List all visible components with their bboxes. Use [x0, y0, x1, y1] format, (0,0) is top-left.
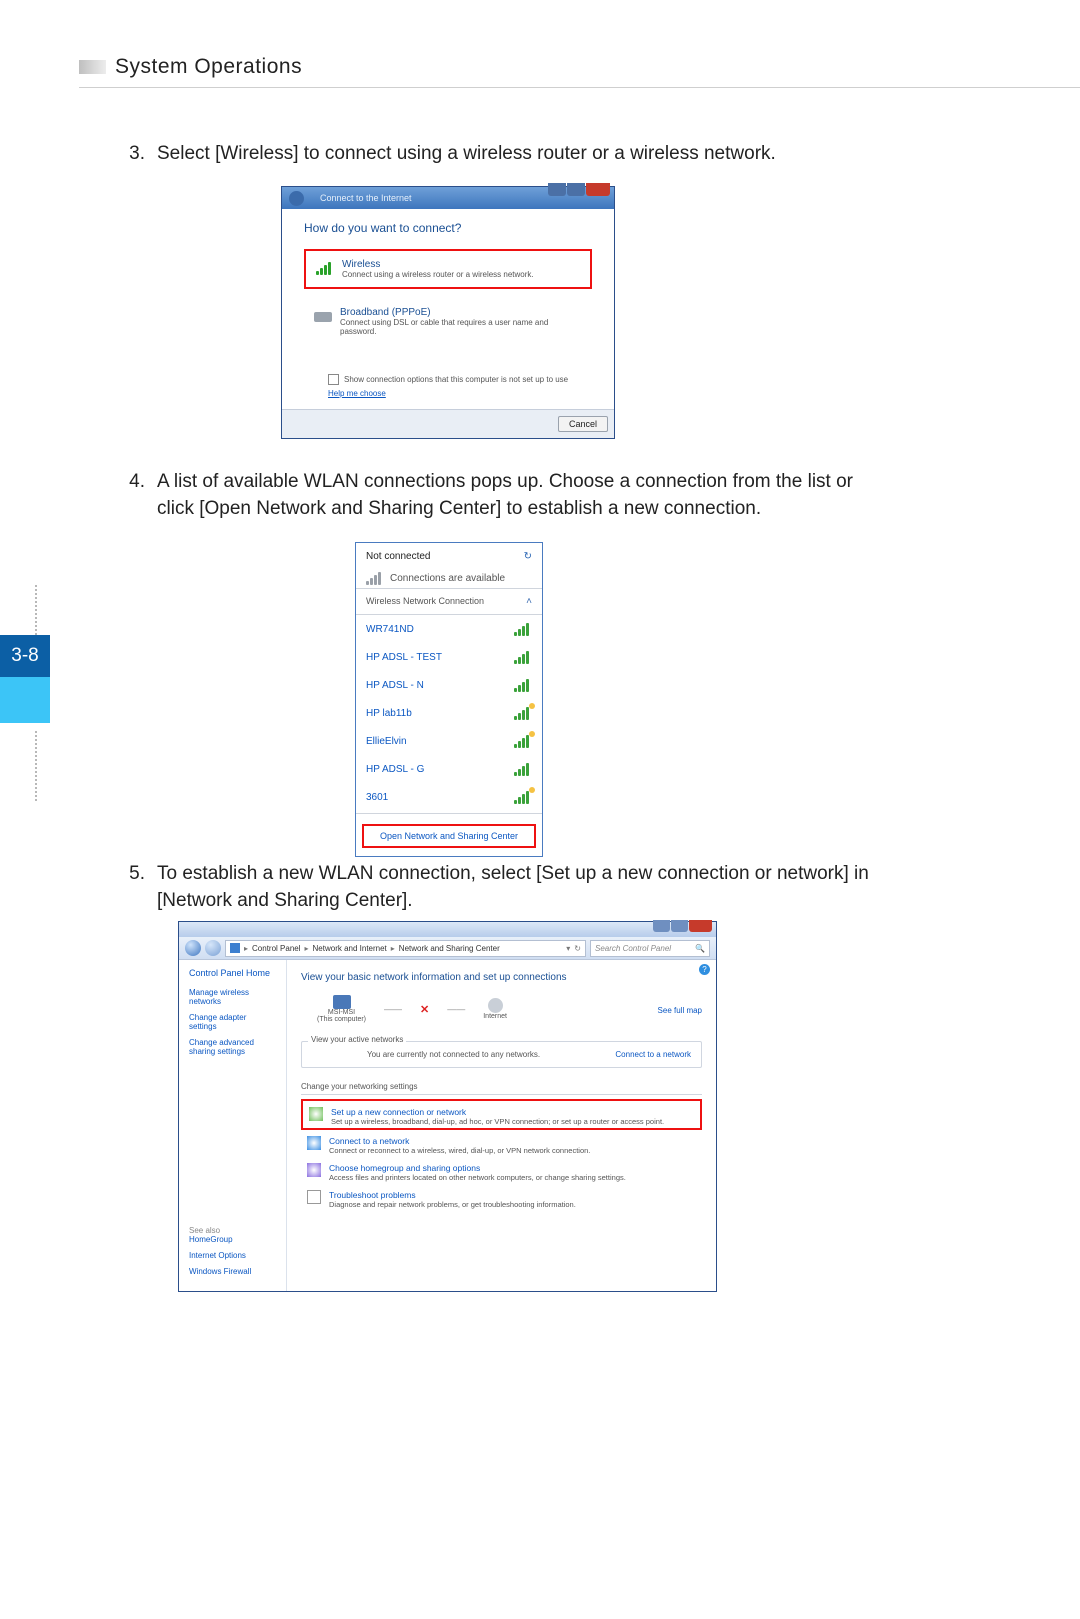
- search-icon: 🔍: [695, 944, 705, 953]
- modem-icon: [314, 312, 332, 322]
- main-heading: View your basic network information and …: [301, 972, 702, 983]
- header-accent: [79, 60, 106, 74]
- close-button[interactable]: [586, 183, 610, 196]
- task-setup-connection[interactable]: Set up a new connection or networkSet up…: [301, 1099, 702, 1130]
- troubleshoot-icon: [307, 1190, 321, 1204]
- maximize-button[interactable]: [671, 920, 688, 932]
- minimize-button[interactable]: [653, 920, 670, 932]
- network-item[interactable]: EllieElvin: [356, 727, 542, 755]
- network-item[interactable]: WR741ND: [356, 615, 542, 643]
- wlan-flyout: Not connected ↻ Connections are availabl…: [355, 542, 543, 857]
- connect-to-network-link[interactable]: Connect to a network: [615, 1050, 691, 1059]
- help-icon[interactable]: ?: [699, 964, 710, 975]
- sidebar: Control Panel Home Manage wireless netwo…: [179, 960, 287, 1291]
- task-connect-network[interactable]: Connect to a networkConnect or reconnect…: [301, 1130, 702, 1157]
- network-item[interactable]: HP lab11b: [356, 699, 542, 727]
- sidebar-link[interactable]: Internet Options: [189, 1251, 276, 1260]
- option-wireless[interactable]: Wireless Connect using a wireless router…: [304, 249, 592, 289]
- signal-icon: [366, 571, 384, 585]
- signal-open-icon: [514, 734, 532, 748]
- forward-button[interactable]: [205, 940, 221, 956]
- header-rule: [79, 87, 1080, 88]
- network-item[interactable]: HP ADSL - G: [356, 755, 542, 783]
- connect-network-icon: [307, 1136, 321, 1150]
- cancel-button[interactable]: Cancel: [558, 416, 608, 432]
- open-network-center-link[interactable]: Open Network and Sharing Center: [362, 824, 536, 848]
- back-button[interactable]: [289, 191, 304, 206]
- see-full-map-link[interactable]: See full map: [658, 1006, 702, 1015]
- wireless-signal-icon: [316, 261, 334, 275]
- signal-open-icon: [514, 790, 532, 804]
- back-button[interactable]: [185, 940, 201, 956]
- dropdown-icon[interactable]: ▾: [566, 944, 570, 953]
- option-broadband[interactable]: Broadband (PPPoE) Connect using DSL or c…: [304, 299, 592, 344]
- disconnected-icon: ✕: [420, 1003, 429, 1016]
- show-options-checkbox[interactable]: Show connection options that this comput…: [328, 374, 592, 385]
- see-also-label: See also: [189, 1226, 276, 1235]
- page-number-badge: 3-8: [0, 635, 50, 723]
- dialog-titlebar[interactable]: Connect to the Internet: [282, 187, 614, 209]
- network-map: MSI-MSI(This computer) ——✕—— Internet: [317, 995, 702, 1023]
- control-panel-icon: [230, 943, 240, 953]
- page-title: System Operations: [115, 55, 302, 79]
- minimize-button[interactable]: [548, 183, 566, 196]
- sidebar-link[interactable]: Manage wireless networks: [189, 988, 276, 1006]
- sidebar-home[interactable]: Control Panel Home: [189, 968, 276, 978]
- sidebar-link[interactable]: Change advanced sharing settings: [189, 1038, 276, 1056]
- dialog-question: How do you want to connect?: [304, 221, 592, 235]
- refresh-icon[interactable]: ↻: [574, 944, 581, 953]
- setup-connection-icon: [309, 1107, 323, 1121]
- network-item[interactable]: 3601: [356, 783, 542, 811]
- maximize-button[interactable]: [567, 183, 585, 196]
- step-3: 3. Select [Wireless] to connect using a …: [121, 140, 894, 167]
- breadcrumb[interactable]: ▸Control Panel ▸Network and Internet ▸Ne…: [225, 940, 586, 957]
- signal-open-icon: [514, 706, 532, 720]
- change-settings-heading: Change your networking settings: [301, 1082, 702, 1095]
- help-me-choose-link[interactable]: Help me choose: [328, 389, 386, 398]
- network-sharing-center-window: ▸Control Panel ▸Network and Internet ▸Ne…: [178, 921, 717, 1292]
- step-5: 5. To establish a new WLAN connection, s…: [121, 860, 894, 914]
- active-networks-group: View your active networks Connect to a n…: [301, 1041, 702, 1068]
- sidebar-link[interactable]: Change adapter settings: [189, 1013, 276, 1031]
- homegroup-icon: [307, 1163, 321, 1177]
- signal-icon: [514, 650, 532, 664]
- step-4: 4. A list of available WLAN connections …: [121, 468, 894, 522]
- signal-icon: [514, 762, 532, 776]
- network-item[interactable]: HP ADSL - TEST: [356, 643, 542, 671]
- chevron-up-icon: ˄: [526, 596, 532, 607]
- signal-icon: [514, 622, 532, 636]
- connect-to-internet-dialog: Connect to the Internet How do you want …: [281, 186, 615, 439]
- computer-icon: [333, 995, 351, 1009]
- internet-icon: [488, 998, 503, 1013]
- sidebar-link[interactable]: HomeGroup: [189, 1235, 276, 1244]
- group-header[interactable]: Wireless Network Connection ˄: [356, 588, 542, 615]
- dialog-title: Connect to the Internet: [320, 193, 412, 203]
- window-chrome[interactable]: [179, 922, 716, 937]
- task-homegroup[interactable]: Choose homegroup and sharing optionsAcce…: [301, 1157, 702, 1184]
- refresh-icon[interactable]: ↻: [524, 551, 532, 562]
- search-input[interactable]: Search Control Panel🔍: [590, 940, 710, 957]
- task-troubleshoot[interactable]: Troubleshoot problemsDiagnose and repair…: [301, 1184, 702, 1211]
- network-item[interactable]: HP ADSL - N: [356, 671, 542, 699]
- status-text: Not connected: [366, 551, 431, 562]
- signal-icon: [514, 678, 532, 692]
- page-number: 3-8: [0, 635, 50, 677]
- close-button[interactable]: [689, 920, 712, 932]
- sidebar-link[interactable]: Windows Firewall: [189, 1267, 276, 1276]
